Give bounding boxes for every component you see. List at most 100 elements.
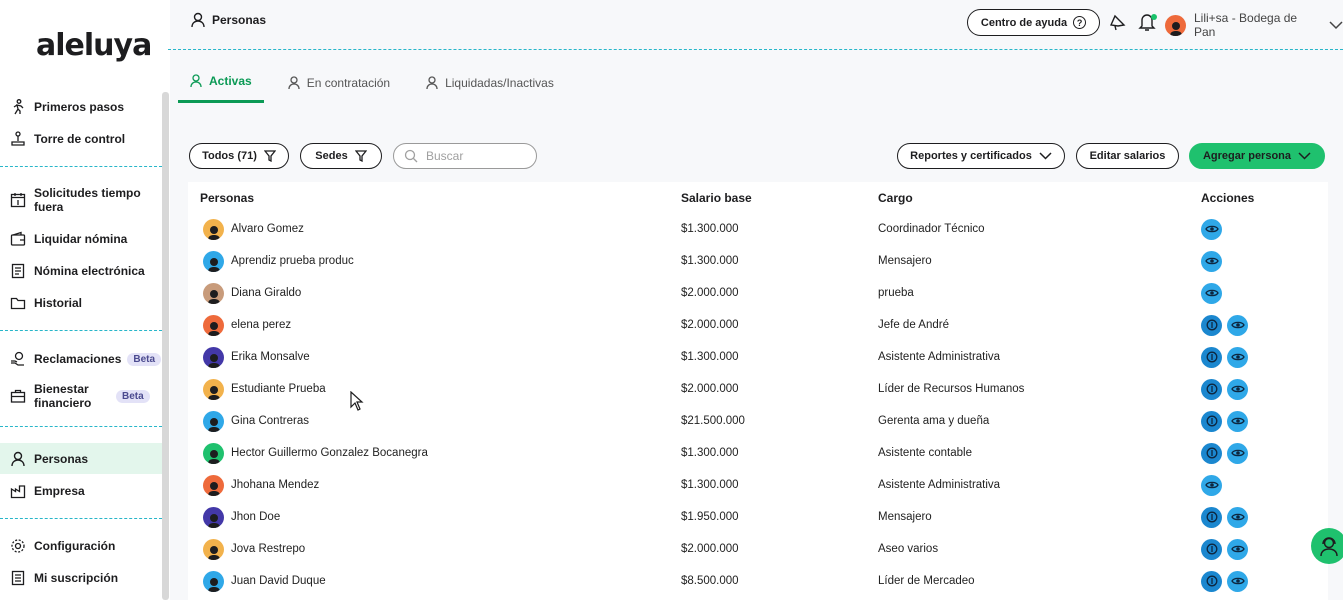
avatar	[203, 410, 224, 432]
edit-salaries-button[interactable]: Editar salarios	[1076, 143, 1179, 169]
person-name: Jhohana Mendez	[231, 479, 320, 491]
help-center-button[interactable]: Centro de ayuda ?	[967, 9, 1100, 36]
reports-button[interactable]: Reportes y certificados	[897, 143, 1065, 169]
payments-icon[interactable]	[1201, 570, 1222, 592]
person-name: Jhon Doe	[231, 511, 281, 523]
payments-icon[interactable]	[1201, 538, 1222, 560]
search-input[interactable]	[426, 149, 526, 163]
person-cell[interactable]: elena perez	[203, 309, 291, 341]
salary-cell: $1.300.000	[681, 351, 739, 363]
actions-cell	[1201, 277, 1227, 309]
factory-icon	[9, 482, 27, 500]
payments-icon[interactable]	[1201, 410, 1222, 432]
payments-icon[interactable]	[1201, 346, 1222, 368]
avatar	[203, 282, 224, 304]
folder-icon	[9, 294, 27, 312]
view-eye-icon[interactable]	[1227, 410, 1248, 432]
tab-activas[interactable]: Activas	[178, 72, 264, 103]
payments-icon[interactable]	[1201, 314, 1222, 336]
sidebar-item-torre-de-control[interactable]: Torre de control	[0, 129, 162, 149]
actions-cell	[1201, 245, 1227, 277]
sidebar-item-label: Nómina electrónica	[34, 264, 145, 278]
salary-cell: $1.950.000	[681, 511, 739, 523]
tab-en-contratacion[interactable]: En contratación	[276, 72, 402, 103]
payments-icon[interactable]	[1201, 506, 1222, 528]
salary-cell: $2.000.000	[681, 383, 739, 395]
person-cell[interactable]: Jova Restrepo	[203, 533, 305, 565]
payments-icon[interactable]	[1201, 378, 1222, 400]
filter-sedes-button[interactable]: Sedes	[300, 143, 382, 169]
person-cell[interactable]: Juan David Duque	[203, 565, 326, 597]
payments-icon[interactable]	[1201, 442, 1222, 464]
view-eye-icon[interactable]	[1227, 538, 1248, 560]
view-eye-icon[interactable]	[1201, 474, 1222, 496]
column-header-salary[interactable]: Salario base	[681, 191, 752, 205]
sidebar-item-nomina-electronica[interactable]: Nómina electrónica	[0, 261, 162, 281]
sidebar-item-label: Reclamaciones	[34, 352, 122, 366]
sidebar-item-empresa[interactable]: Empresa	[0, 481, 162, 501]
person-name: Juan David Duque	[231, 575, 326, 587]
view-eye-icon[interactable]	[1227, 378, 1248, 400]
receipt-icon	[9, 569, 27, 587]
sidebar-item-primeros-pasos[interactable]: Primeros pasos	[0, 97, 162, 117]
column-header-person[interactable]: Personas	[200, 191, 254, 205]
page-title: Personas	[190, 12, 266, 28]
actions-cell	[1201, 373, 1253, 405]
person-name: Hector Guillermo Gonzalez Bocanegra	[231, 447, 428, 459]
app-logo[interactable]: aleluya	[36, 28, 152, 63]
sidebar-item-bienestar[interactable]: Bienestar financiero Beta	[0, 382, 162, 410]
chevron-down-icon	[1329, 20, 1343, 30]
avatar	[203, 506, 224, 528]
person-cell[interactable]: Jhohana Mendez	[203, 469, 319, 501]
person-cell[interactable]: Aprendiz prueba produc	[203, 245, 354, 277]
sidebar-item-historial[interactable]: Historial	[0, 293, 162, 313]
tab-label: En contratación	[306, 75, 391, 90]
sidebar-item-label: Bienestar financiero	[34, 382, 92, 410]
view-eye-icon[interactable]	[1227, 506, 1248, 528]
sidebar-scrollbar[interactable]	[162, 92, 169, 600]
sidebar-item-liquidar-nomina[interactable]: Liquidar nómina	[0, 229, 162, 249]
user-menu[interactable]: Lili+sa - Bodega de Pan	[1165, 11, 1343, 39]
filter-all-label: Todos (71)	[202, 150, 257, 162]
person-cell[interactable]: Gina Contreras	[203, 405, 309, 437]
edit-salaries-label: Editar salarios	[1089, 150, 1166, 162]
actions-cell	[1201, 565, 1253, 597]
person-cell[interactable]: Diana Giraldo	[203, 277, 301, 309]
column-header-role[interactable]: Cargo	[878, 191, 913, 205]
view-eye-icon[interactable]	[1201, 218, 1222, 240]
view-eye-icon[interactable]	[1201, 250, 1222, 272]
bell-icon[interactable]	[1136, 11, 1158, 33]
view-eye-icon[interactable]	[1227, 346, 1248, 368]
page-title-text: Personas	[212, 13, 267, 27]
support-chat-button[interactable]	[1311, 528, 1343, 564]
role-cell: prueba	[878, 287, 914, 299]
table-row: Alvaro Gomez $1.300.000 Coordinador Técnic…	[188, 213, 1328, 245]
role-cell: Asistente contable	[878, 447, 972, 459]
sidebar-item-reclamaciones[interactable]: Reclamaciones Beta	[0, 349, 162, 369]
view-eye-icon[interactable]	[1201, 282, 1222, 304]
person-name: Alvaro Gomez	[231, 223, 304, 235]
view-eye-icon[interactable]	[1227, 442, 1248, 464]
sidebar-divider	[0, 330, 162, 331]
filter-sedes-label: Sedes	[315, 150, 348, 162]
person-cell[interactable]: Jhon Doe	[203, 501, 280, 533]
add-person-button[interactable]: Agregar persona	[1189, 143, 1325, 169]
table-row: elena perez $2.000.000 Jefe de André	[188, 309, 1328, 341]
actions-cell	[1201, 405, 1253, 437]
sidebar-item-configuracion[interactable]: Configuración	[0, 536, 162, 556]
person-cell[interactable]: Erika Monsalve	[203, 341, 310, 373]
filter-icon	[263, 150, 276, 162]
tab-liquidadas[interactable]: Liquidadas/Inactivas	[414, 72, 566, 103]
person-cell[interactable]: Estudiante Prueba	[203, 373, 326, 405]
sidebar-item-solicitudes[interactable]: Solicitudes tiempo fuera	[0, 186, 162, 214]
filter-all-button[interactable]: Todos (71)	[189, 143, 289, 169]
person-cell[interactable]: Alvaro Gomez	[203, 213, 304, 245]
announcements-icon[interactable]	[1107, 11, 1129, 33]
sidebar-item-personas[interactable]: Personas	[0, 443, 162, 474]
view-eye-icon[interactable]	[1227, 314, 1248, 336]
person-cell[interactable]: Hector Guillermo Gonzalez Bocanegra	[203, 437, 428, 469]
salary-cell: $1.300.000	[681, 479, 739, 491]
sidebar-item-mi-suscripcion[interactable]: Mi suscripción	[0, 568, 162, 588]
view-eye-icon[interactable]	[1227, 570, 1248, 592]
salary-cell: $1.300.000	[681, 223, 739, 235]
